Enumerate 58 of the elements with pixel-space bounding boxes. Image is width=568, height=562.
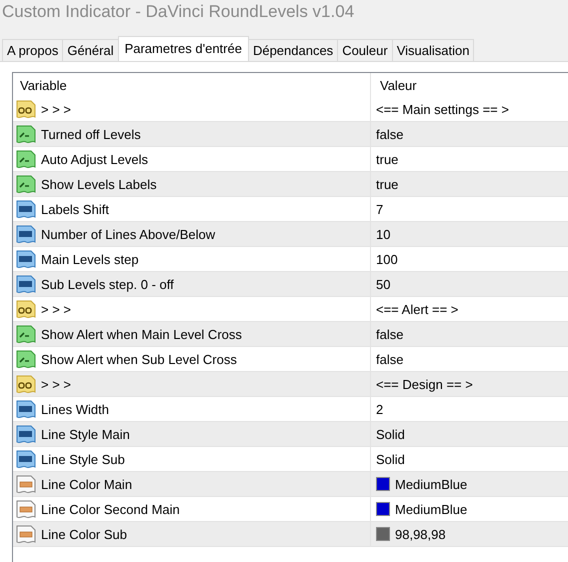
variable-name: > > > [41, 102, 71, 116]
parameter-value[interactable]: 2 [376, 402, 384, 416]
tab[interactable]: A propos [2, 39, 64, 61]
parameter-value[interactable]: true [376, 176, 398, 192]
text-type-icon [16, 374, 36, 394]
variable-name: Line Style Main [41, 426, 130, 442]
text-type-icon [16, 299, 36, 319]
parameter-value[interactable]: <== Main settings == > [376, 102, 509, 116]
variable-name: Show Levels Labels [41, 176, 157, 192]
number-type-icon [16, 199, 36, 219]
tab[interactable]: Dépendances [248, 39, 338, 61]
variable-name: Line Color Sub [41, 526, 127, 542]
variable-name: Labels Shift [41, 202, 109, 216]
variable-name: Line Color Main [41, 476, 132, 492]
parameter-value[interactable]: 50 [376, 276, 390, 292]
variable-name: Turned off Levels [41, 126, 141, 142]
toggle-type-icon [16, 149, 36, 169]
parameter-value[interactable]: <== Design == > [376, 376, 473, 392]
number-type-icon [16, 424, 36, 444]
parameter-value[interactable]: false [376, 126, 404, 142]
variable-name: Line Color Second Main [41, 502, 180, 516]
variable-name: Show Alert when Main Level Cross [41, 326, 242, 342]
variable-name: Sub Levels step. 0 - off [41, 276, 174, 292]
variable-name: > > > [41, 376, 71, 392]
number-type-icon [16, 249, 36, 269]
number-type-icon [16, 224, 36, 244]
variable-name: Main Levels step [41, 252, 139, 266]
parameter-value[interactable]: false [376, 326, 404, 342]
tab[interactable]: Visualisation [392, 39, 474, 61]
parameter-value[interactable]: 10 [376, 226, 390, 242]
variable-name: Number of Lines Above/Below [41, 226, 216, 242]
parameter-value[interactable]: MediumBlue [395, 502, 468, 516]
toggle-type-icon [16, 349, 36, 369]
toggle-type-icon [16, 124, 36, 144]
parameter-value[interactable]: Solid [376, 426, 405, 442]
parameter-value[interactable]: 7 [376, 202, 384, 216]
tab[interactable]: Parametres d'entrée [118, 36, 249, 61]
toggle-type-icon [16, 174, 36, 194]
parameter-value[interactable]: MediumBlue [395, 476, 468, 492]
parameter-value[interactable]: Solid [376, 452, 405, 466]
parameter-value[interactable]: 98,98,98 [395, 526, 446, 542]
number-type-icon [16, 274, 36, 294]
parameter-value[interactable]: true [376, 152, 398, 166]
variable-name: Auto Adjust Levels [41, 152, 148, 166]
parameter-value[interactable]: <== Alert == > [376, 302, 458, 316]
number-type-icon [16, 399, 36, 419]
window-title: Custom Indicator - DaVinci RoundLevels v1.04 [1, 1, 356, 23]
variable-name: Show Alert when Sub Level Cross [41, 352, 237, 366]
column-header[interactable]: Valeur [376, 78, 417, 92]
toggle-type-icon [16, 324, 36, 344]
number-type-icon [16, 449, 36, 469]
text-type-icon [16, 99, 36, 119]
parameter-value[interactable]: 100 [376, 252, 398, 266]
variable-name: Line Style Sub [41, 452, 125, 466]
variable-name: > > > [41, 302, 71, 316]
column-header[interactable]: Variable [16, 78, 67, 92]
variable-name: Lines Width [41, 402, 109, 416]
parameter-value[interactable]: false [376, 352, 404, 366]
